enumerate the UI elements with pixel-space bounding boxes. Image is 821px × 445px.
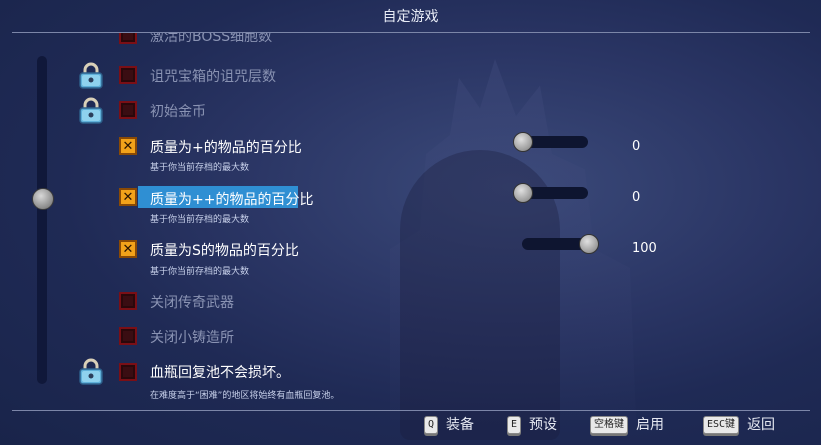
key-e: E bbox=[507, 416, 522, 434]
slider-knob[interactable] bbox=[513, 183, 533, 203]
slider-value: 100 bbox=[632, 241, 657, 256]
option-label-quality-s: 质量为S的物品的百分比 bbox=[150, 243, 299, 259]
option-subtitle: 基于你当前存档的最大数 bbox=[150, 163, 250, 173]
checkbox-health-flask[interactable] bbox=[119, 363, 137, 381]
lock-icon bbox=[78, 62, 104, 90]
checkbox-starting-gold[interactable] bbox=[119, 101, 137, 119]
footer-enable-label: 启用 bbox=[636, 417, 664, 433]
bottom-divider bbox=[12, 410, 810, 411]
top-divider bbox=[12, 32, 810, 33]
checkbox-quality-plus[interactable]: ✕ bbox=[119, 137, 137, 155]
slider-knob[interactable] bbox=[513, 132, 533, 152]
option-subtitle: 基于你当前存档的最大数 bbox=[150, 267, 250, 277]
checkbox-boss-cells[interactable] bbox=[119, 33, 137, 44]
option-subtitle: 在难度高于“困难”的地区将始终有血瓶回复池。 bbox=[150, 391, 340, 401]
lock-icon bbox=[78, 97, 104, 125]
key-esc: ESC键 bbox=[703, 416, 740, 434]
checkbox-legendary-weapons[interactable] bbox=[119, 292, 137, 310]
slider-value: 0 bbox=[632, 139, 641, 154]
option-label-health-flask: 血瓶回复池不会损坏。 bbox=[150, 365, 290, 381]
option-label-quality-plusplus: 质量为++的物品的百分比 bbox=[150, 192, 314, 208]
option-subtitle: 基于你当前存档的最大数 bbox=[150, 215, 250, 225]
x-mark-icon: ✕ bbox=[122, 241, 134, 257]
footer-back-label: 返回 bbox=[747, 417, 776, 433]
scrollbar-track[interactable] bbox=[37, 56, 47, 384]
footer-back[interactable]: ESC键 返回 bbox=[703, 414, 775, 436]
checkbox-quality-s[interactable]: ✕ bbox=[119, 240, 137, 258]
footer-enable[interactable]: 空格键 启用 bbox=[590, 414, 664, 436]
slider-value: 0 bbox=[632, 190, 641, 205]
checkbox-cursed-chest[interactable] bbox=[119, 66, 137, 84]
x-mark-icon: ✕ bbox=[122, 189, 134, 205]
footer-equip[interactable]: Q 装备 bbox=[424, 414, 474, 436]
footer-preset-label: 预设 bbox=[529, 417, 558, 433]
page-title: 自定游戏 bbox=[382, 9, 439, 25]
option-label-quality-plus: 质量为+的物品的百分比 bbox=[150, 140, 302, 156]
option-label-starting-gold: 初始金币 bbox=[150, 104, 206, 120]
checkbox-mini-forge[interactable] bbox=[119, 327, 137, 345]
footer-equip-label: 装备 bbox=[446, 417, 475, 433]
key-q: Q bbox=[424, 416, 439, 434]
scrollbar-thumb[interactable] bbox=[32, 188, 54, 210]
slider-knob[interactable] bbox=[579, 234, 599, 254]
footer-preset[interactable]: E 预设 bbox=[507, 414, 557, 436]
checkbox-quality-plusplus[interactable]: ✕ bbox=[119, 188, 137, 206]
option-label-mini-forge: 关闭小铸造所 bbox=[150, 330, 234, 346]
option-label-boss-cells: 激活的BOSS细胞数 bbox=[150, 29, 273, 45]
key-space: 空格键 bbox=[590, 416, 628, 434]
x-mark-icon: ✕ bbox=[122, 138, 134, 154]
option-label-cursed-chest: 诅咒宝箱的诅咒层数 bbox=[150, 69, 276, 85]
lock-icon bbox=[78, 358, 104, 386]
option-label-legendary-weapons: 关闭传奇武器 bbox=[150, 295, 234, 311]
